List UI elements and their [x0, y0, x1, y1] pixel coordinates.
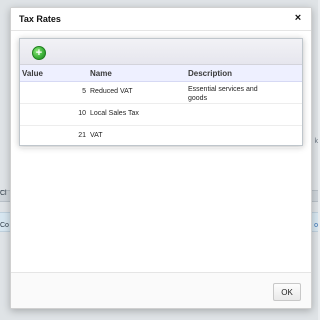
tax-rates-grid: + Value Name Description 5 Reduced VAT E…	[19, 38, 303, 148]
dialog-footer: OK	[11, 272, 311, 308]
column-header-value: Value	[22, 69, 43, 78]
table-row[interactable]: 5 Reduced VAT Essential services and goo…	[20, 82, 302, 104]
table-row[interactable]: 21 VAT	[20, 126, 302, 148]
row-value: 21	[78, 132, 86, 139]
row-name: VAT	[90, 132, 103, 139]
grid-toolbar: +	[20, 39, 302, 65]
add-icon[interactable]: +	[32, 46, 46, 60]
row-name: Local Sales Tax	[90, 110, 139, 117]
column-header-name: Name	[90, 69, 112, 78]
ok-button[interactable]: OK	[273, 283, 301, 301]
row-value: 5	[82, 88, 86, 95]
close-icon[interactable]: ×	[291, 11, 305, 25]
background-left-fragment-2: Co	[0, 222, 9, 229]
background-left-fragment-1: Cl	[0, 190, 7, 197]
background-right-fragment-2: o	[314, 222, 318, 229]
dialog-title: Tax Rates	[19, 14, 61, 24]
background-right-fragment-1: k	[314, 138, 319, 145]
table-row[interactable]: 10 Local Sales Tax	[20, 104, 302, 126]
column-header-description: Description	[188, 69, 233, 78]
tax-rates-dialog: Tax Rates × + Value Name Description 5 R…	[10, 7, 312, 309]
table-header: Value Name Description	[20, 65, 302, 82]
row-value: 10	[78, 110, 86, 117]
dialog-titlebar: Tax Rates ×	[11, 8, 311, 31]
row-name: Reduced VAT	[90, 88, 133, 95]
row-description: Essential services and goods	[188, 86, 258, 102]
